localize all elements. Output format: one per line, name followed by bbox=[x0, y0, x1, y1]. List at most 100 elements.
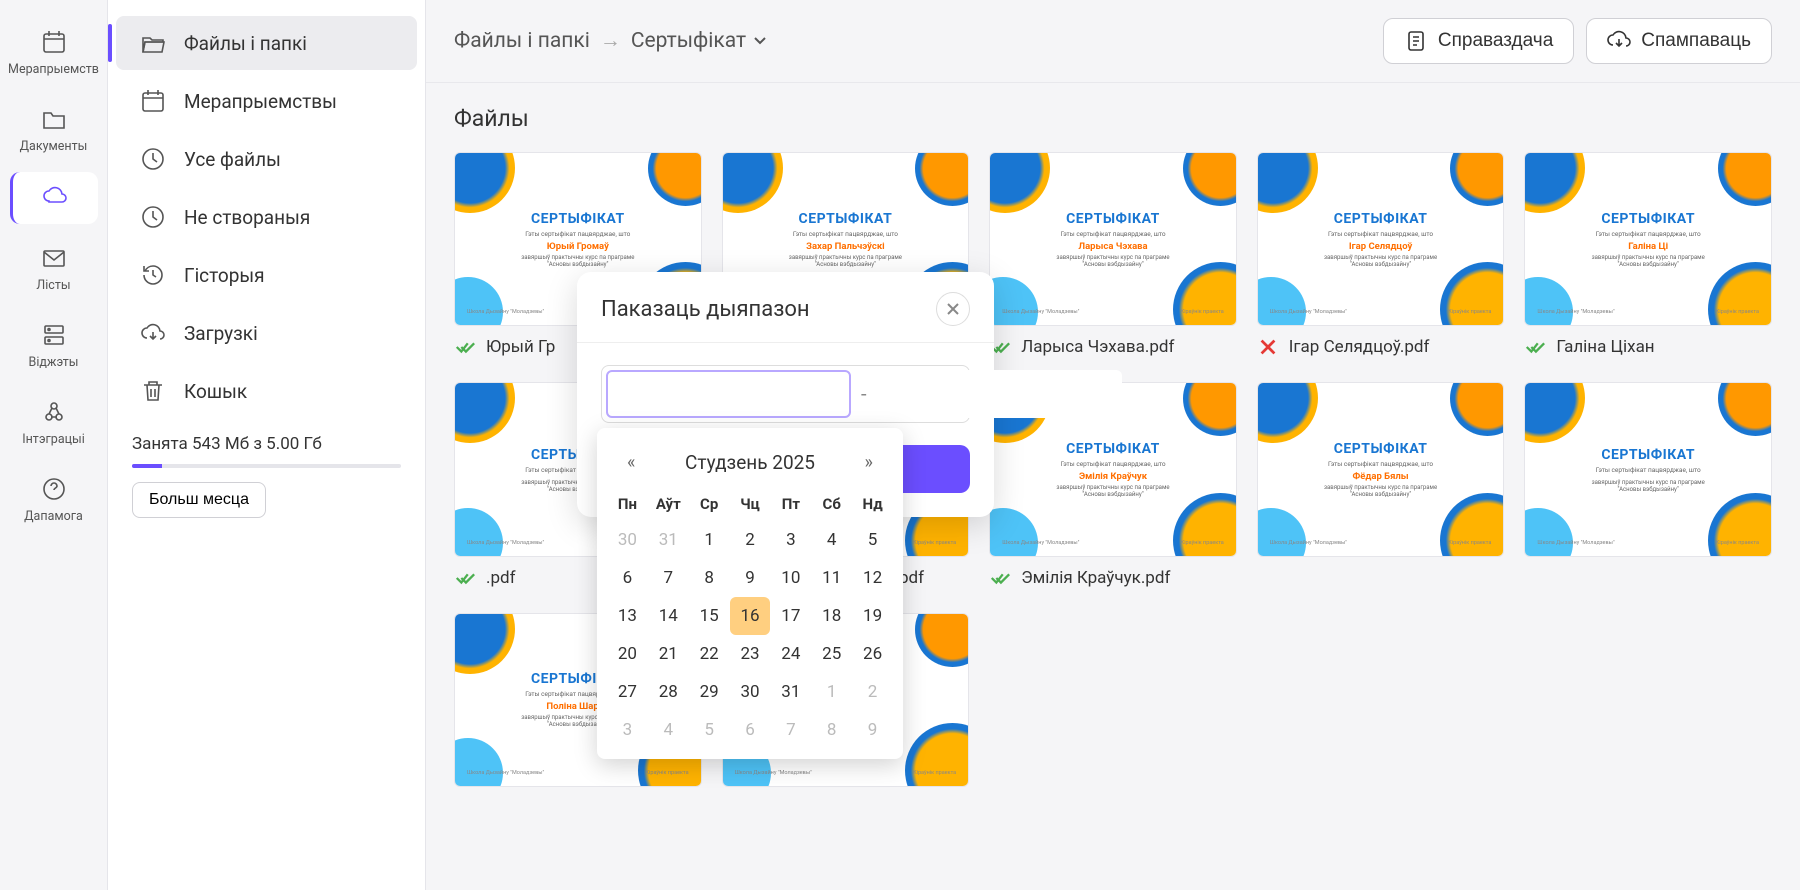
calendar-day[interactable]: 16 bbox=[730, 597, 771, 635]
calendar-day[interactable]: 7 bbox=[648, 559, 689, 597]
download-button[interactable]: Спампаваць bbox=[1586, 18, 1772, 64]
calendar-day[interactable]: 14 bbox=[648, 597, 689, 635]
cert-title: СЕРТЫФІКАТ bbox=[1066, 211, 1160, 227]
sidebar-item-trash[interactable]: Кошык bbox=[116, 364, 417, 418]
date-from-input[interactable] bbox=[606, 370, 851, 418]
file-card[interactable]: СЕРТЫФІКАТГэты сертыфікат пацвярджае, шт… bbox=[1524, 382, 1772, 588]
certificate-thumbnail: СЕРТЫФІКАТГэты сертыфікат пацвярджае, шт… bbox=[1257, 152, 1505, 326]
calendar-day[interactable]: 8 bbox=[811, 711, 852, 749]
calendar-day[interactable]: 30 bbox=[607, 521, 648, 559]
calendar-day[interactable]: 12 bbox=[852, 559, 893, 597]
calendar-day[interactable]: 13 bbox=[607, 597, 648, 635]
file-name: Юрый Гр bbox=[486, 337, 555, 357]
breadcrumb-dropdown[interactable]: Сертыфікат bbox=[631, 29, 768, 53]
rail-help[interactable]: Дапамога bbox=[10, 465, 98, 532]
rail-label: Дапамога bbox=[24, 509, 83, 524]
calendar-day[interactable]: 5 bbox=[852, 521, 893, 559]
nav-rail: Мерапрыемств Дакументы Лісты Віджэты Інт… bbox=[0, 0, 108, 890]
sidebar-item-history[interactable]: Гісторыя bbox=[116, 248, 417, 302]
calendar-day[interactable]: 19 bbox=[852, 597, 893, 635]
rail-documents[interactable]: Дакументы bbox=[10, 95, 98, 162]
rail-cloud[interactable] bbox=[10, 172, 98, 224]
mail-icon bbox=[40, 244, 68, 272]
rail-integrations[interactable]: Інтэграцыі bbox=[10, 388, 98, 455]
calendar-day[interactable]: 3 bbox=[607, 711, 648, 749]
calendar-day[interactable]: 21 bbox=[648, 635, 689, 673]
close-button[interactable] bbox=[936, 292, 970, 326]
file-card[interactable]: СЕРТЫФІКАТГэты сертыфікат пацвярджае, шт… bbox=[1257, 152, 1505, 358]
range-separator: - bbox=[861, 382, 867, 406]
calendar-day[interactable]: 31 bbox=[648, 521, 689, 559]
cert-desc: завяршыў практычны курс па праграме"Асно… bbox=[1056, 484, 1169, 498]
calendar-day[interactable]: 31 bbox=[770, 673, 811, 711]
calendar-day[interactable]: 24 bbox=[770, 635, 811, 673]
cert-title: СЕРТЫФІКАТ bbox=[531, 211, 625, 227]
calendar-dow: Сб bbox=[811, 487, 852, 521]
sidebar-item-label: Файлы і папкі bbox=[184, 32, 307, 55]
rail-widgets[interactable]: Віджэты bbox=[10, 311, 98, 378]
calendar-day[interactable]: 5 bbox=[689, 711, 730, 749]
rail-label: Віджэты bbox=[29, 355, 79, 370]
sidebar-item-notcreated[interactable]: Не створаныя bbox=[116, 190, 417, 244]
server-icon bbox=[40, 321, 68, 349]
file-card[interactable]: СЕРТЫФІКАТГэты сертыфікат пацвярджае, шт… bbox=[1257, 382, 1505, 588]
calendar-day[interactable]: 25 bbox=[811, 635, 852, 673]
calendar-icon bbox=[140, 88, 166, 114]
calendar-icon bbox=[40, 28, 68, 56]
calendar-day[interactable]: 15 bbox=[689, 597, 730, 635]
calendar-day[interactable]: 3 bbox=[770, 521, 811, 559]
calendar-day[interactable]: 18 bbox=[811, 597, 852, 635]
sidebar-item-files[interactable]: Файлы і папкі bbox=[116, 16, 417, 70]
file-card[interactable]: СЕРТЫФІКАТГэты сертыфікат пацвярджае, шт… bbox=[989, 152, 1237, 358]
calendar-day[interactable]: 6 bbox=[730, 711, 771, 749]
calendar-day[interactable]: 30 bbox=[730, 673, 771, 711]
file-name: Ігар Селядцоў.pdf bbox=[1289, 337, 1430, 357]
calendar-day[interactable]: 10 bbox=[770, 559, 811, 597]
date-to-input[interactable] bbox=[877, 370, 1122, 418]
cert-title: СЕРТЫФІКАТ bbox=[1066, 441, 1160, 457]
file-card[interactable]: СЕРТЫФІКАТГэты сертыфікат пацвярджае, шт… bbox=[1524, 152, 1772, 358]
check-icon bbox=[1524, 336, 1546, 358]
sidebar-item-label: Не створаныя bbox=[184, 206, 310, 229]
calendar-day[interactable]: 17 bbox=[770, 597, 811, 635]
calendar-day[interactable]: 22 bbox=[689, 635, 730, 673]
report-button[interactable]: Справаздача bbox=[1383, 18, 1574, 64]
cert-title: СЕРТЫФІКАТ bbox=[799, 211, 893, 227]
calendar-day[interactable]: 1 bbox=[689, 521, 730, 559]
rail-mail[interactable]: Лісты bbox=[10, 234, 98, 301]
calendar-day[interactable]: 23 bbox=[730, 635, 771, 673]
calendar-day[interactable]: 9 bbox=[852, 711, 893, 749]
more-space-button[interactable]: Больш месца bbox=[132, 482, 266, 518]
calendar-day[interactable]: 7 bbox=[770, 711, 811, 749]
calendar-day[interactable]: 6 bbox=[607, 559, 648, 597]
calendar-dow: Чц bbox=[730, 487, 771, 521]
section-title: Файлы bbox=[426, 83, 1800, 144]
sidebar-item-allfiles[interactable]: Усе файлы bbox=[116, 132, 417, 186]
rail-label: Дакументы bbox=[20, 139, 88, 154]
calendar-day[interactable]: 11 bbox=[811, 559, 852, 597]
calendar-prev[interactable]: « bbox=[619, 448, 643, 477]
calendar-day[interactable]: 2 bbox=[852, 673, 893, 711]
breadcrumb-root[interactable]: Файлы і папкі bbox=[454, 29, 590, 53]
calendar-day[interactable]: 29 bbox=[689, 673, 730, 711]
cert-desc: завяршыў практычны курс па праграме"Асно… bbox=[521, 254, 634, 268]
calendar-day[interactable]: 8 bbox=[689, 559, 730, 597]
sidebar-item-events[interactable]: Мерапрыемствы bbox=[116, 74, 417, 128]
calendar-day[interactable]: 28 bbox=[648, 673, 689, 711]
calendar-next[interactable]: » bbox=[857, 448, 881, 477]
calendar-day[interactable]: 9 bbox=[730, 559, 771, 597]
cloud-icon bbox=[41, 182, 69, 210]
sidebar-item-downloads[interactable]: Загрузкі bbox=[116, 306, 417, 360]
calendar-day[interactable]: 26 bbox=[852, 635, 893, 673]
calendar-day[interactable]: 27 bbox=[607, 673, 648, 711]
cert-subtitle: Гэты сертыфікат пацвярджае, што bbox=[525, 230, 630, 238]
rail-events[interactable]: Мерапрыемств bbox=[10, 18, 98, 85]
cert-person: Фёдар Бялы bbox=[1352, 471, 1408, 482]
calendar-day[interactable]: 2 bbox=[730, 521, 771, 559]
cert-desc: завяршыў практычны курс па праграме"Асно… bbox=[1324, 254, 1437, 268]
calendar-day[interactable]: 20 bbox=[607, 635, 648, 673]
calendar-day[interactable]: 4 bbox=[811, 521, 852, 559]
calendar-day[interactable]: 4 bbox=[648, 711, 689, 749]
breadcrumb-current: Сертыфікат bbox=[631, 29, 746, 53]
calendar-day[interactable]: 1 bbox=[811, 673, 852, 711]
